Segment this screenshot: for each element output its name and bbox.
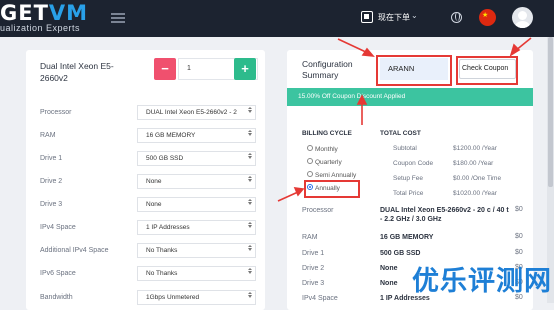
arrow-to-annually — [277, 191, 299, 202]
arrow-head-icon — [356, 94, 368, 105]
arrow-head-icon — [293, 187, 305, 197]
site-watermark: 优乐评测网 — [412, 266, 552, 297]
annotation-arrows — [277, 37, 532, 202]
arrow-head-icon — [509, 43, 521, 57]
arrow-head-icon — [361, 47, 375, 57]
arrow-to-coupon-input — [337, 38, 369, 54]
